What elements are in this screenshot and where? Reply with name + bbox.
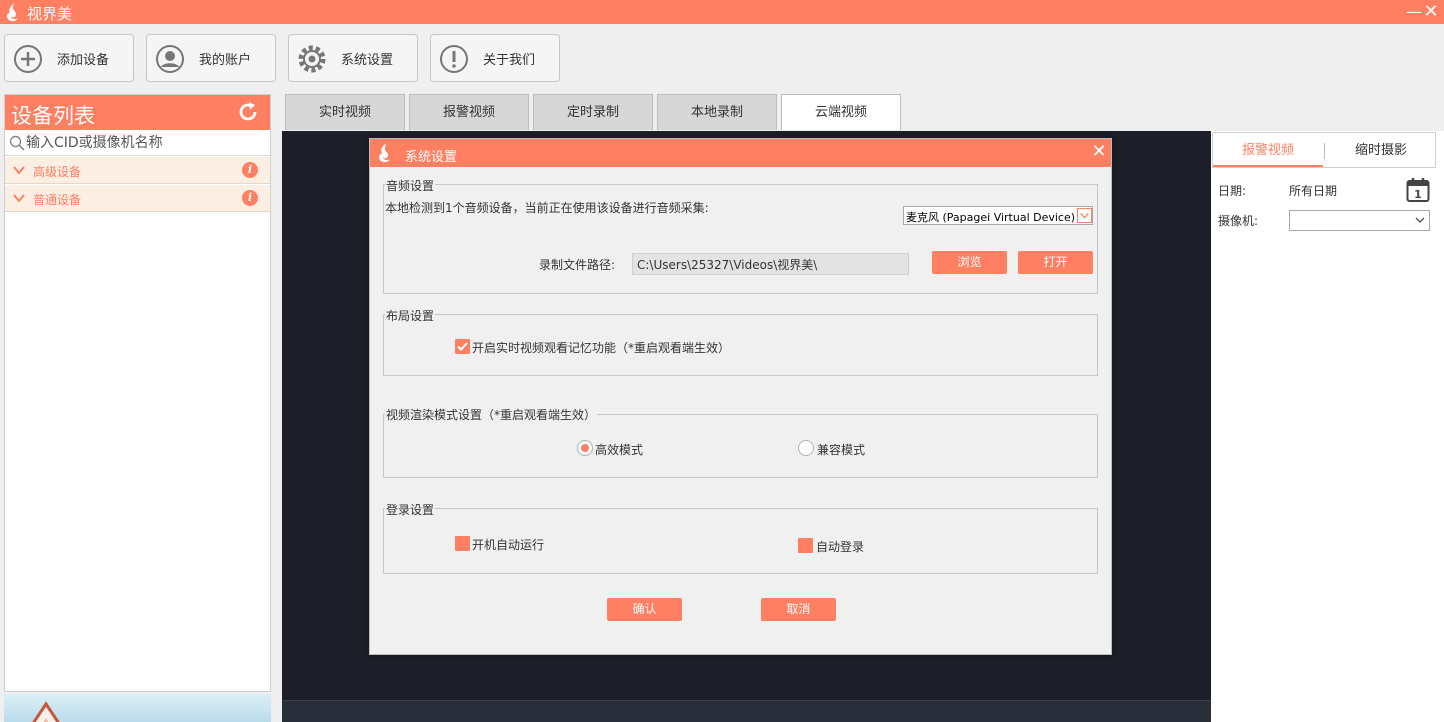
- add-device-button[interactable]: 添加设备: [4, 34, 134, 82]
- playback-tabs: 报警视频 缩时摄影: [1212, 132, 1436, 168]
- calendar-day: 1: [1414, 188, 1422, 201]
- efficient-mode-label: 高效模式: [595, 443, 644, 457]
- confirm-button[interactable]: 确认: [607, 598, 682, 621]
- autologin-label: 自动登录: [816, 540, 865, 554]
- record-path-label: 录制文件路径:: [539, 258, 616, 272]
- my-account-button[interactable]: 我的账户: [146, 34, 276, 82]
- close-window-button[interactable]: ✕: [1422, 2, 1440, 22]
- title-bar: 视界美 — ✕: [0, 0, 1444, 24]
- record-path-input[interactable]: [632, 253, 909, 275]
- about-us-button[interactable]: 关于我们: [430, 34, 560, 82]
- info-icon[interactable]: i: [242, 190, 258, 206]
- my-account-label: 我的账户: [199, 53, 252, 68]
- account-icon: [156, 45, 184, 73]
- dialog-title-bar: 系统设置 ✕: [370, 139, 1111, 167]
- about-us-label: 关于我们: [483, 53, 536, 68]
- chevron-down-icon: [1415, 217, 1425, 223]
- device-search-box: [5, 130, 270, 156]
- system-settings-button[interactable]: 系统设置: [288, 34, 418, 82]
- camera-select[interactable]: [1289, 210, 1430, 231]
- audio-settings-legend: 音频设置: [385, 177, 436, 194]
- house-image-icon: [32, 701, 60, 722]
- tab-local-recording[interactable]: 本地录制: [657, 94, 777, 130]
- audio-device-select[interactable]: 麦克风 (Papagei Virtual Device): [903, 206, 1093, 225]
- device-group-label: 高级设备: [33, 165, 82, 179]
- memory-label: 开启实时视频观看记忆功能（*重启观看端生效）: [472, 341, 731, 355]
- tab-timelapse[interactable]: 缩时摄影: [1326, 133, 1436, 167]
- checkmark-icon: [457, 342, 468, 351]
- audio-detected-text: 本地检测到1个音频设备，当前正在使用该设备进行音频采集:: [385, 201, 709, 215]
- search-icon: [9, 135, 25, 151]
- ad-banner-image: [4, 694, 271, 722]
- autologin-checkbox[interactable]: [798, 538, 813, 553]
- autorun-label: 开机自动运行: [472, 538, 545, 552]
- browse-button[interactable]: 浏览: [932, 251, 1007, 274]
- app-logo-icon: [6, 3, 18, 22]
- open-folder-button[interactable]: 打开: [1018, 251, 1093, 274]
- tab-alarm-playback[interactable]: 报警视频: [1213, 133, 1323, 167]
- camera-label: 摄像机:: [1218, 214, 1259, 228]
- device-list-panel: 设备列表 高级设备 i 普通设备 i: [4, 94, 271, 692]
- device-list-title: 设备列表: [11, 104, 95, 128]
- device-group-label: 普通设备: [33, 193, 82, 207]
- compatible-mode-radio[interactable]: [798, 440, 814, 456]
- login-settings-legend: 登录设置: [385, 501, 436, 518]
- device-group-advanced[interactable]: 高级设备 i: [5, 157, 270, 184]
- date-label: 日期:: [1218, 184, 1247, 198]
- render-settings-legend: 视频渲染模式设置（*重启观看端生效）: [385, 406, 598, 423]
- device-search-input[interactable]: [26, 132, 266, 154]
- app-logo-icon: [378, 143, 390, 163]
- gear-icon: [298, 45, 326, 73]
- compatible-mode-label: 兼容模式: [817, 443, 866, 457]
- layout-settings-legend: 布局设置: [385, 307, 436, 324]
- autorun-checkbox[interactable]: [455, 536, 470, 551]
- exclamation-circle-icon: [440, 45, 468, 73]
- tab-divider: [1324, 143, 1325, 159]
- refresh-icon[interactable]: [237, 101, 259, 123]
- minimize-button[interactable]: —: [1405, 2, 1423, 22]
- chevron-down-icon: [1077, 208, 1092, 223]
- calendar-icon[interactable]: 1: [1406, 177, 1430, 203]
- video-control-bar: [282, 700, 1211, 722]
- efficient-mode-radio[interactable]: [577, 440, 593, 456]
- chevron-down-icon: [13, 194, 25, 203]
- device-group-normal[interactable]: 普通设备 i: [5, 185, 270, 212]
- audio-device-value: 麦克风 (Papagei Virtual Device): [906, 211, 1076, 224]
- tab-alarm-video[interactable]: 报警视频: [409, 94, 529, 130]
- add-device-label: 添加设备: [57, 53, 110, 68]
- cancel-button[interactable]: 取消: [761, 598, 836, 621]
- date-value: 所有日期: [1289, 184, 1338, 198]
- dialog-close-button[interactable]: ✕: [1090, 141, 1108, 163]
- window-title: 视界美: [27, 5, 73, 23]
- playback-filter-panel: 报警视频 缩时摄影 日期: 所有日期 1 摄像机:: [1211, 131, 1444, 722]
- memory-checkbox[interactable]: [455, 339, 470, 354]
- add-circle-icon: [14, 45, 42, 73]
- info-icon[interactable]: i: [242, 162, 258, 178]
- system-settings-dialog: 系统设置 ✕ 音频设置 本地检测到1个音频设备，当前正在使用该设备进行音频采集:…: [369, 138, 1112, 655]
- system-settings-label: 系统设置: [341, 53, 394, 68]
- tab-scheduled-recording[interactable]: 定时录制: [533, 94, 653, 130]
- tab-cloud-video[interactable]: 云端视频: [781, 94, 901, 130]
- tab-live-video[interactable]: 实时视频: [285, 94, 405, 130]
- chevron-down-icon: [13, 166, 25, 175]
- device-list-header: 设备列表: [5, 95, 270, 130]
- render-settings-group: [383, 414, 1098, 478]
- dialog-title: 系统设置: [405, 150, 458, 165]
